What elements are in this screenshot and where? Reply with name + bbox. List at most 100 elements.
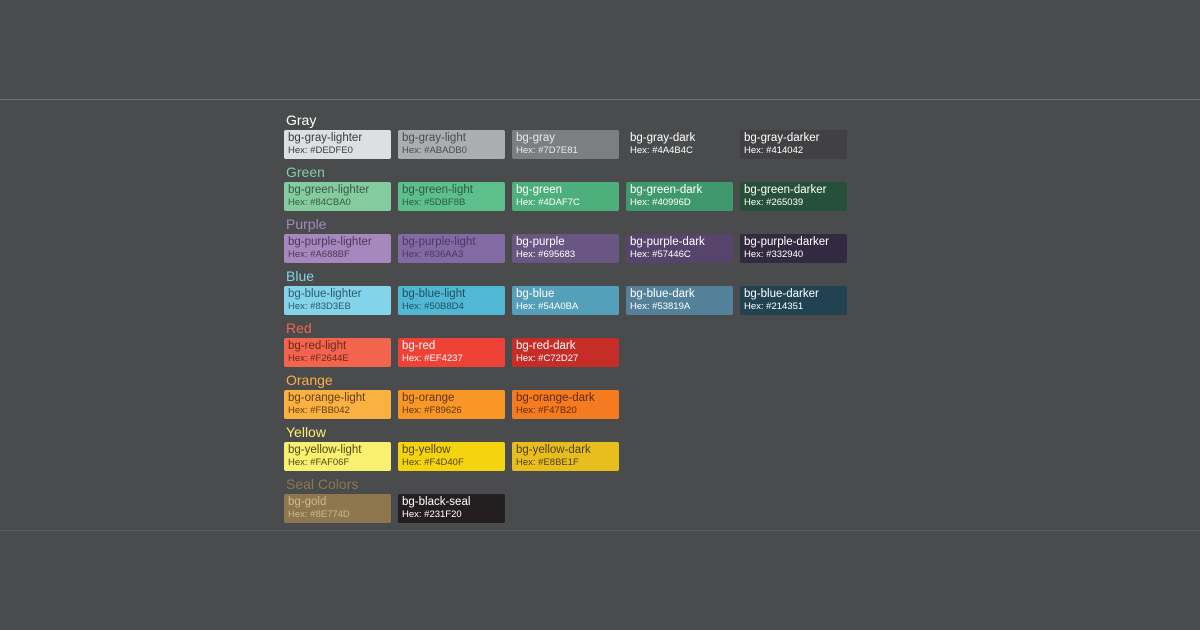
swatch-name: bg-red xyxy=(402,340,436,352)
top-band xyxy=(0,0,1200,99)
swatch-bg-yellow[interactable]: bg-yellow Hex: #F4D40F xyxy=(398,442,505,471)
swatch-name: bg-green-lighter xyxy=(288,184,370,196)
swatch-row: bg-blue-lighter Hex: #83D3EB bg-blue-light… xyxy=(284,286,904,315)
group-title: Orange xyxy=(286,372,333,388)
swatch-name: bg-black-seal xyxy=(402,496,471,508)
bottom-band xyxy=(0,531,1200,630)
swatch-bg-purple-darker[interactable]: bg-purple-darker Hex: #332940 xyxy=(740,234,847,263)
swatch-hex: Hex: #265039 xyxy=(744,197,804,208)
swatch-row: bg-gray-lighter Hex: #DEDFE0 bg-gray-light… xyxy=(284,130,904,159)
swatch-name: bg-red-dark xyxy=(516,340,576,352)
swatch-hex: Hex: #5DBF8B xyxy=(402,197,466,208)
color-group-green: Green bg-green-lighter Hex: #84CBA0 bg-gree… xyxy=(284,162,904,214)
swatch-hex: Hex: #231F20 xyxy=(402,509,462,520)
swatch-hex: Hex: #F47B20 xyxy=(516,405,577,416)
color-group-blue: Blue bg-blue-lighter Hex: #83D3EB bg-blue-l… xyxy=(284,266,904,318)
swatch-name: bg-orange-light xyxy=(288,392,366,404)
swatch-bg-gray-darker[interactable]: bg-gray-darker Hex: #414042 xyxy=(740,130,847,159)
swatch-bg-purple-lighter[interactable]: bg-purple-lighter Hex: #A688BF xyxy=(284,234,391,263)
swatch-hex: Hex: #EF4237 xyxy=(402,353,463,364)
swatch-bg-green-light[interactable]: bg-green-light Hex: #5DBF8B xyxy=(398,182,505,211)
swatch-name: bg-blue-darker xyxy=(744,288,819,300)
swatch-bg-gray-light[interactable]: bg-gray-light Hex: #ABADB0 xyxy=(398,130,505,159)
color-group-orange: Orange bg-orange-light Hex: #FBB042 bg-oran… xyxy=(284,370,904,422)
swatch-bg-orange-light[interactable]: bg-orange-light Hex: #FBB042 xyxy=(284,390,391,419)
swatch-bg-purple[interactable]: bg-purple Hex: #695683 xyxy=(512,234,619,263)
swatch-bg-gray[interactable]: bg-gray Hex: #7D7E81 xyxy=(512,130,619,159)
swatch-name: bg-purple-dark xyxy=(630,236,705,248)
swatch-bg-blue-dark[interactable]: bg-blue-dark Hex: #53819A xyxy=(626,286,733,315)
swatch-bg-yellow-dark[interactable]: bg-yellow-dark Hex: #E8BE1F xyxy=(512,442,619,471)
color-group-yellow: Yellow bg-yellow-light Hex: #FAF06F bg-yell… xyxy=(284,422,904,474)
swatch-bg-orange[interactable]: bg-orange Hex: #F89626 xyxy=(398,390,505,419)
swatch-hex: Hex: #40996D xyxy=(630,197,691,208)
swatch-hex: Hex: #7D7E81 xyxy=(516,145,578,156)
swatch-hex: Hex: #414042 xyxy=(744,145,804,156)
swatch-name: bg-gray-light xyxy=(402,132,466,144)
swatch-hex: Hex: #836AA3 xyxy=(402,249,464,260)
swatch-name: bg-green-darker xyxy=(744,184,827,196)
swatch-name: bg-red-light xyxy=(288,340,347,352)
swatch-bg-red[interactable]: bg-red Hex: #EF4237 xyxy=(398,338,505,367)
swatch-hex: Hex: #84CBA0 xyxy=(288,197,351,208)
swatch-hex: Hex: #8E774D xyxy=(288,509,350,520)
swatch-bg-red-light[interactable]: bg-red-light Hex: #F2644E xyxy=(284,338,391,367)
swatch-bg-purple-light[interactable]: bg-purple-light Hex: #836AA3 xyxy=(398,234,505,263)
swatch-bg-gray-dark[interactable]: bg-gray-dark Hex: #4A4B4C xyxy=(626,130,733,159)
swatch-hex: Hex: #DEDFE0 xyxy=(288,145,353,156)
swatch-hex: Hex: #57446C xyxy=(630,249,691,260)
swatch-hex: Hex: #A688BF xyxy=(288,249,350,260)
swatch-bg-gray-lighter[interactable]: bg-gray-lighter Hex: #DEDFE0 xyxy=(284,130,391,159)
swatch-name: bg-blue-lighter xyxy=(288,288,362,300)
color-group-seal-colors: Seal Colors bg-gold Hex: #8E774D bg-black-s… xyxy=(284,474,904,526)
group-title: Gray xyxy=(286,112,317,128)
swatch-bg-green-lighter[interactable]: bg-green-lighter Hex: #84CBA0 xyxy=(284,182,391,211)
swatch-hex: Hex: #214351 xyxy=(744,301,804,312)
swatch-name: bg-blue xyxy=(516,288,555,300)
group-title: Blue xyxy=(286,268,315,284)
swatch-bg-black-seal[interactable]: bg-black-seal Hex: #231F20 xyxy=(398,494,505,523)
swatch-row: bg-gold Hex: #8E774D bg-black-seal Hex: #23… xyxy=(284,494,904,523)
swatch-bg-gold[interactable]: bg-gold Hex: #8E774D xyxy=(284,494,391,523)
swatch-name: bg-green-dark xyxy=(630,184,703,196)
swatch-bg-green-darker[interactable]: bg-green-darker Hex: #265039 xyxy=(740,182,847,211)
color-group-red: Red bg-red-light Hex: #F2644E bg-red Hex: #E… xyxy=(284,318,904,370)
group-title: Red xyxy=(286,320,312,336)
swatch-hex: Hex: #50B8D4 xyxy=(402,301,464,312)
swatch-bg-green-dark[interactable]: bg-green-dark Hex: #40996D xyxy=(626,182,733,211)
swatch-name: bg-orange xyxy=(402,392,455,404)
swatch-hex: Hex: #ABADB0 xyxy=(402,145,467,156)
swatch-name: bg-gray xyxy=(516,132,555,144)
swatch-name: bg-gray-darker xyxy=(744,132,820,144)
swatch-hex: Hex: #83D3EB xyxy=(288,301,351,312)
swatch-hex: Hex: #FAF06F xyxy=(288,457,350,468)
swatch-hex: Hex: #FBB042 xyxy=(288,405,350,416)
swatch-bg-purple-dark[interactable]: bg-purple-dark Hex: #57446C xyxy=(626,234,733,263)
swatch-hex: Hex: #4A4B4C xyxy=(630,145,693,156)
group-title: Green xyxy=(286,164,325,180)
swatch-name: bg-blue-dark xyxy=(630,288,695,300)
swatch-hex: Hex: #F89626 xyxy=(402,405,462,416)
swatch-name: bg-yellow-light xyxy=(288,444,362,456)
swatch-hex: Hex: #4DAF7C xyxy=(516,197,580,208)
swatch-hex: Hex: #C72D27 xyxy=(516,353,579,364)
swatch-row: bg-yellow-light Hex: #FAF06F bg-yellow Hex:… xyxy=(284,442,904,471)
swatch-hex: Hex: #F4D40F xyxy=(402,457,464,468)
swatch-bg-blue-light[interactable]: bg-blue-light Hex: #50B8D4 xyxy=(398,286,505,315)
color-groups: Gray bg-gray-lighter Hex: #DEDFE0 bg-gray-l… xyxy=(284,110,904,526)
swatch-name: bg-orange-dark xyxy=(516,392,595,404)
swatch-bg-blue-darker[interactable]: bg-blue-darker Hex: #214351 xyxy=(740,286,847,315)
group-title: Seal Colors xyxy=(286,476,359,492)
swatch-bg-green[interactable]: bg-green Hex: #4DAF7C xyxy=(512,182,619,211)
swatch-name: bg-gray-dark xyxy=(630,132,696,144)
swatch-row: bg-green-lighter Hex: #84CBA0 bg-green-lig… xyxy=(284,182,904,211)
swatch-name: bg-yellow xyxy=(402,444,451,456)
swatch-name: bg-blue-light xyxy=(402,288,466,300)
swatch-name: bg-purple-light xyxy=(402,236,476,248)
swatch-bg-blue[interactable]: bg-blue Hex: #54A0BA xyxy=(512,286,619,315)
swatch-name: bg-purple xyxy=(516,236,565,248)
swatch-bg-blue-lighter[interactable]: bg-blue-lighter Hex: #83D3EB xyxy=(284,286,391,315)
swatch-bg-red-dark[interactable]: bg-red-dark Hex: #C72D27 xyxy=(512,338,619,367)
swatch-bg-orange-dark[interactable]: bg-orange-dark Hex: #F47B20 xyxy=(512,390,619,419)
swatch-bg-yellow-light[interactable]: bg-yellow-light Hex: #FAF06F xyxy=(284,442,391,471)
